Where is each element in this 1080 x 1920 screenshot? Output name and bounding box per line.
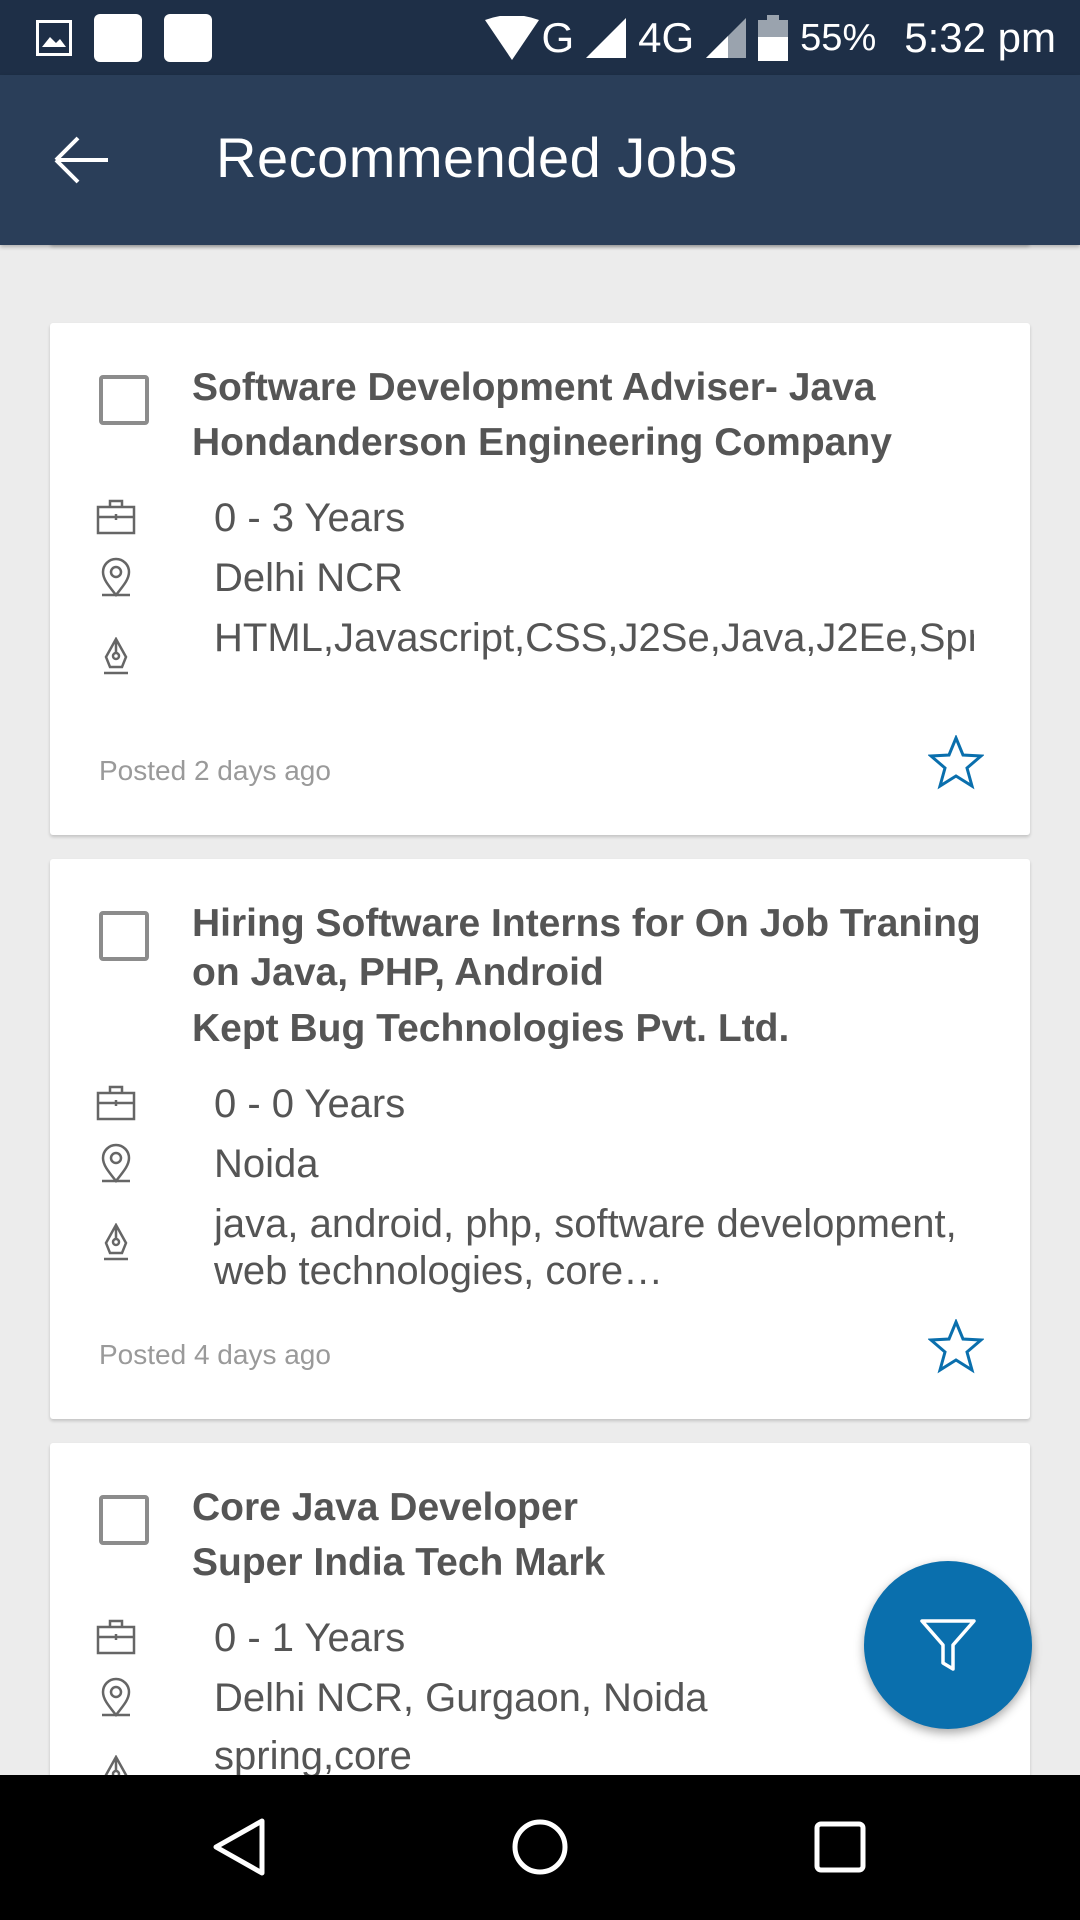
location-row: Delhi NCR, Gurgaon, Noida bbox=[96, 1675, 974, 1722]
star-outline-icon[interactable] bbox=[928, 1319, 984, 1375]
posted-date: Posted 4 days ago bbox=[99, 1339, 331, 1370]
network-4g-label: 4G bbox=[638, 14, 695, 61]
battery-percent: 55% bbox=[800, 16, 877, 59]
circle-home-icon bbox=[512, 1819, 568, 1875]
skills-row: spring,core bbox=[96, 1733, 974, 1775]
status-indicators: G 4G 55% 5:32 pm bbox=[485, 8, 1056, 68]
gallery-notification-icon bbox=[36, 20, 72, 56]
skills-row: HTML,Javascript,CSS,J2Se,Java,J2Ee,Sprin… bbox=[96, 615, 974, 677]
location-pin-icon bbox=[101, 1677, 131, 1717]
job-title[interactable]: Core Java Developer bbox=[192, 1483, 992, 1532]
status-bar: G 4G 55% 5:32 pm bbox=[0, 0, 1080, 75]
app-notification-icon-2 bbox=[164, 14, 212, 62]
clock: 5:32 pm bbox=[904, 14, 1056, 61]
location-text: Delhi NCR bbox=[214, 556, 403, 600]
battery-icon bbox=[758, 15, 789, 61]
select-checkbox[interactable] bbox=[99, 911, 149, 961]
filter-icon bbox=[920, 1619, 976, 1671]
company-name: Kept Bug Technologies Pvt. Ltd. bbox=[192, 1007, 790, 1050]
experience-row: 0 - 3 Years bbox=[96, 495, 974, 542]
experience-text: 0 - 3 Years bbox=[214, 496, 406, 540]
location-pin-icon bbox=[101, 1143, 131, 1183]
square-recents-icon bbox=[814, 1821, 866, 1873]
job-list[interactable]: Software Development Adviser- Java Honda… bbox=[0, 245, 1080, 1775]
location-row: Delhi NCR bbox=[96, 555, 974, 602]
skills-text: java, android, php, software development… bbox=[214, 1202, 957, 1293]
wifi-icon bbox=[485, 16, 540, 60]
select-checkbox[interactable] bbox=[99, 375, 149, 425]
location-text: Noida bbox=[214, 1142, 319, 1186]
skills-pen-icon bbox=[104, 1755, 128, 1775]
location-row: Noida bbox=[96, 1141, 974, 1188]
back-button[interactable] bbox=[52, 130, 112, 190]
location-pin-icon bbox=[101, 557, 131, 597]
nav-home-button[interactable] bbox=[508, 1815, 572, 1879]
app-bar: Recommended Jobs bbox=[0, 75, 1080, 245]
notification-icons bbox=[36, 14, 212, 62]
page-title: Recommended Jobs bbox=[216, 126, 738, 189]
skills-row: java, android, php, software development… bbox=[96, 1201, 974, 1295]
signal-icon bbox=[586, 18, 627, 58]
job-title[interactable]: Hiring Software Interns for On Job Trani… bbox=[192, 899, 992, 997]
select-checkbox[interactable] bbox=[99, 1495, 149, 1545]
arrow-left-icon bbox=[54, 136, 108, 184]
job-card[interactable]: Hiring Software Interns for On Job Trani… bbox=[50, 859, 1030, 1419]
experience-text: 0 - 0 Years bbox=[214, 1082, 406, 1126]
app-notification-icon bbox=[94, 14, 142, 62]
location-text: Delhi NCR, Gurgaon, Noida bbox=[214, 1676, 708, 1720]
system-nav-bar bbox=[0, 1775, 1080, 1920]
experience-row: 0 - 1 Years bbox=[96, 1615, 974, 1662]
briefcase-icon bbox=[96, 1085, 136, 1121]
job-title[interactable]: Software Development Adviser- Java bbox=[192, 363, 992, 412]
skills-pen-icon bbox=[104, 637, 128, 675]
posted-date: Posted 2 days ago bbox=[99, 755, 331, 786]
skills-pen-icon bbox=[104, 1223, 128, 1261]
job-card[interactable]: Software Development Adviser- Java Honda… bbox=[50, 323, 1030, 835]
company-name: Super India Tech Mark bbox=[192, 1541, 606, 1584]
nav-recents-button[interactable] bbox=[808, 1815, 872, 1879]
skills-text: HTML,Javascript,CSS,J2Se,Java,J2Ee,Sprin… bbox=[214, 616, 974, 660]
experience-text: 0 - 1 Years bbox=[214, 1616, 406, 1660]
briefcase-icon bbox=[96, 1619, 136, 1655]
signal-icon-2 bbox=[706, 18, 747, 58]
filter-button[interactable] bbox=[864, 1561, 1032, 1729]
experience-row: 0 - 0 Years bbox=[96, 1081, 974, 1128]
briefcase-icon bbox=[96, 499, 136, 535]
nav-back-button[interactable] bbox=[208, 1815, 272, 1879]
skills-text: spring,core bbox=[214, 1734, 412, 1775]
triangle-back-icon bbox=[213, 1818, 265, 1876]
company-name: Hondanderson Engineering Company bbox=[192, 421, 892, 464]
star-outline-icon[interactable] bbox=[928, 735, 984, 791]
network-type-label: G bbox=[541, 14, 575, 61]
